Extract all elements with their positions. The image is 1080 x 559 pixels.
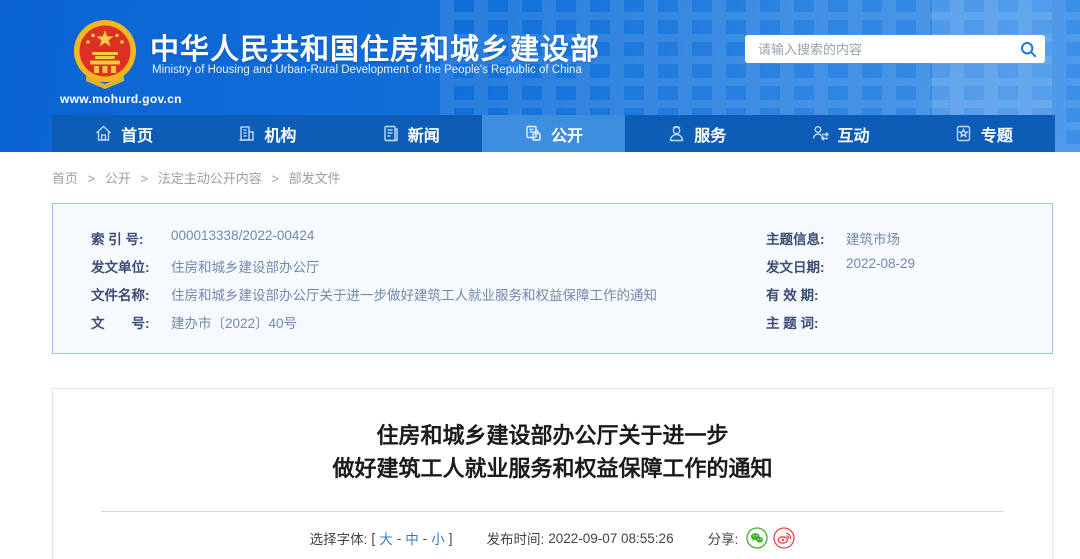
meta-label: 有 效 期: bbox=[766, 288, 819, 303]
nav-item-interaction[interactable]: 互动 bbox=[768, 115, 911, 152]
interaction-icon bbox=[812, 126, 829, 141]
meta-label: 主 题 词: bbox=[766, 316, 819, 331]
disclosure-icon bbox=[526, 125, 541, 141]
organization-icon bbox=[239, 126, 255, 141]
article-title: 住房和城乡建设部办公厅关于进一步 做好建筑工人就业服务和权益保障工作的通知 bbox=[53, 419, 1052, 485]
meta-value: 2022-08-29 bbox=[846, 256, 916, 271]
publish-time-value: 2022-09-07 08:55:26 bbox=[548, 530, 674, 546]
share-icons bbox=[746, 527, 795, 549]
bracket-close: ] bbox=[448, 530, 453, 546]
font-size-large-link[interactable]: 大 bbox=[379, 528, 393, 548]
share-group: 分享: bbox=[708, 527, 796, 549]
meta-row-index-number: 索 引 号: 000013338/2022-00424 bbox=[91, 228, 731, 256]
header-band: www.mohurd.gov.cn 中华人民共和国住房和城乡建设部 Minist… bbox=[0, 0, 1080, 152]
meta-row-document-name: 文件名称: 住房和城乡建设部办公厅关于进一步做好建筑工人就业服务和权益保障工作的… bbox=[91, 284, 731, 312]
breadcrumb-separator: > bbox=[140, 171, 149, 186]
nav-item-news[interactable]: 新闻 bbox=[339, 115, 482, 152]
meta-value: 建办市〔2022〕40号 bbox=[171, 316, 298, 331]
nav-label: 机构 bbox=[264, 127, 297, 145]
meta-column-right: 主题信息: 建筑市场 发文日期: 2022-08-29 有 效 期: 主 题 词… bbox=[766, 228, 1036, 340]
font-size-small-link[interactable]: 小 bbox=[431, 528, 445, 548]
bracket-open: [ bbox=[371, 530, 376, 546]
share-weibo-button[interactable] bbox=[773, 527, 795, 549]
site-url: www.mohurd.gov.cn bbox=[60, 92, 182, 106]
article-title-line2: 做好建筑工人就业服务和权益保障工作的通知 bbox=[332, 456, 773, 481]
search-button[interactable] bbox=[1011, 35, 1045, 63]
meta-label: 发文单位: bbox=[91, 260, 150, 275]
meta-value: 000013338/2022-00424 bbox=[171, 228, 315, 243]
title-divider bbox=[101, 511, 1004, 512]
font-size-medium-link[interactable]: 中 bbox=[405, 528, 419, 548]
breadcrumb-separator: > bbox=[87, 171, 96, 186]
nav-item-organization[interactable]: 机构 bbox=[195, 115, 338, 152]
font-selector-label: 选择字体: bbox=[309, 532, 368, 547]
nav-item-disclosure[interactable]: 公开 bbox=[481, 115, 626, 152]
nav-label: 专题 bbox=[980, 127, 1013, 145]
topic-icon bbox=[956, 125, 971, 142]
page: www.mohurd.gov.cn 中华人民共和国住房和城乡建设部 Minist… bbox=[0, 0, 1080, 559]
meta-row-keywords: 主 题 词: bbox=[766, 312, 1036, 340]
nav-item-topic[interactable]: 专题 bbox=[912, 115, 1055, 152]
search-icon bbox=[1020, 41, 1036, 57]
meta-label: 索 引 号: bbox=[91, 232, 144, 247]
meta-label: 文件名称: bbox=[91, 288, 150, 303]
font-size-selector: 选择字体: [ 大 - 中 - 小 ] bbox=[310, 528, 453, 548]
font-size-separator: - bbox=[396, 530, 402, 546]
main-nav: 首页 机构 新闻 公开 服务 互动 专题 bbox=[52, 115, 1055, 152]
meta-label: 发文日期: bbox=[766, 260, 825, 275]
nav-label: 互动 bbox=[837, 127, 870, 145]
meta-column-left: 索 引 号: 000013338/2022-00424 发文单位: 住房和城乡建… bbox=[91, 228, 731, 340]
article-title-line1: 住房和城乡建设部办公厅关于进一步 bbox=[376, 423, 729, 448]
article-panel: 住房和城乡建设部办公厅关于进一步 做好建筑工人就业服务和权益保障工作的通知 选择… bbox=[52, 388, 1053, 559]
site-subtitle-english: Ministry of Housing and Urban-Rural Deve… bbox=[152, 64, 582, 76]
share-wechat-button[interactable] bbox=[746, 527, 768, 549]
weibo-icon bbox=[773, 527, 795, 549]
meta-row-issue-date: 发文日期: 2022-08-29 bbox=[766, 256, 1036, 284]
search-input[interactable] bbox=[745, 35, 1011, 63]
breadcrumb-item-disclosure[interactable]: 公开 bbox=[105, 171, 131, 186]
nav-label: 新闻 bbox=[407, 127, 440, 145]
news-icon bbox=[383, 125, 398, 142]
font-size-separator: - bbox=[422, 530, 428, 546]
wechat-icon bbox=[746, 527, 768, 549]
meta-row-document-number: 文 号: 建办市〔2022〕40号 bbox=[91, 312, 731, 340]
site-title: 中华人民共和国住房和城乡建设部 bbox=[150, 34, 601, 66]
service-icon bbox=[670, 126, 684, 142]
meta-row-topic-info: 主题信息: 建筑市场 bbox=[766, 228, 1036, 256]
meta-row-validity-period: 有 效 期: bbox=[766, 284, 1036, 312]
breadcrumb-item-home[interactable]: 首页 bbox=[52, 171, 78, 186]
meta-label: 主题信息: bbox=[766, 232, 825, 247]
article-toolbar: 选择字体: [ 大 - 中 - 小 ] 发布时间: 2022-09-07 08:… bbox=[53, 527, 1052, 549]
meta-label: 文 号: bbox=[91, 316, 150, 331]
meta-value: 住房和城乡建设部办公厅关于进一步做好建筑工人就业服务和权益保障工作的通知 bbox=[171, 288, 657, 303]
nav-label: 服务 bbox=[694, 127, 727, 145]
nav-item-service[interactable]: 服务 bbox=[625, 115, 768, 152]
share-label: 分享: bbox=[707, 532, 739, 547]
publish-time: 发布时间: 2022-09-07 08:55:26 bbox=[486, 528, 673, 548]
meta-value: 建筑市场 bbox=[846, 232, 900, 247]
national-emblem-logo bbox=[74, 20, 136, 89]
nav-item-home[interactable]: 首页 bbox=[52, 115, 195, 152]
search-box bbox=[745, 35, 1045, 63]
meta-row-issuing-unit: 发文单位: 住房和城乡建设部办公厅 bbox=[91, 256, 731, 284]
document-meta-box: 索 引 号: 000013338/2022-00424 发文单位: 住房和城乡建… bbox=[52, 203, 1053, 354]
meta-value: 住房和城乡建设部办公厅 bbox=[171, 260, 320, 275]
nav-label: 首页 bbox=[121, 127, 154, 145]
home-icon bbox=[96, 125, 112, 141]
breadcrumb-item-statutory-disclosure[interactable]: 法定主动公开内容 bbox=[158, 171, 262, 186]
nav-label: 公开 bbox=[550, 127, 583, 145]
breadcrumb-item-ministry-documents[interactable]: 部发文件 bbox=[289, 171, 341, 186]
publish-time-label: 发布时间: bbox=[486, 532, 545, 547]
breadcrumb: 首页 > 公开 > 法定主动公开内容 > 部发文件 bbox=[52, 168, 341, 187]
breadcrumb-separator: > bbox=[271, 171, 279, 186]
